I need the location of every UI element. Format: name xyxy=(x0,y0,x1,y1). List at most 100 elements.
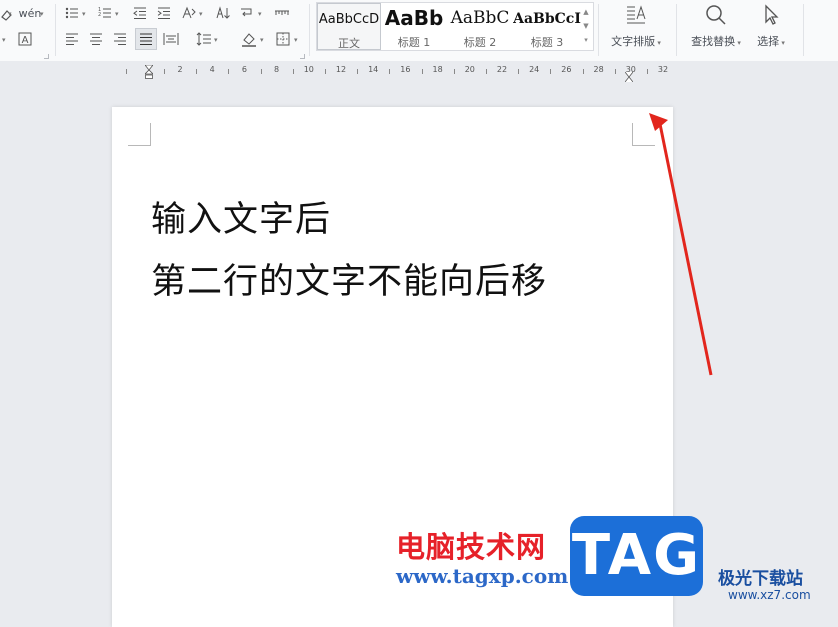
style-label: 正文 xyxy=(338,37,360,50)
select-button[interactable]: 选择 ▾ xyxy=(751,0,791,58)
crop-mark-top-left xyxy=(128,123,151,146)
ruler-tick xyxy=(196,69,198,74)
ruler-tick xyxy=(228,69,230,74)
ruler-number: 16 xyxy=(400,65,411,74)
group-divider xyxy=(598,4,599,56)
ruler-number: 22 xyxy=(496,65,508,74)
ruler-number: 26 xyxy=(561,65,572,74)
text-layout-button[interactable]: 文字排版 ▾ xyxy=(604,0,668,58)
ruler-number: 14 xyxy=(368,65,379,74)
decrease-indent-icon[interactable] xyxy=(132,5,148,21)
text-layout-label: 文字排版 xyxy=(611,35,656,48)
ruler-number: 4 xyxy=(209,65,215,74)
bullet-list-icon[interactable] xyxy=(64,5,80,21)
numbered-list-icon[interactable]: 12 xyxy=(97,5,113,21)
style-sample: AaBbCcI xyxy=(513,11,581,27)
gallery-scrollbar[interactable]: ▲ ▼ ▾ xyxy=(581,5,591,48)
select-label: 选择 xyxy=(757,35,780,48)
chevron-down-icon[interactable]: ▾ xyxy=(40,10,44,18)
ruler-number: 12 xyxy=(335,65,347,74)
ruler-tick xyxy=(453,69,455,74)
crop-mark-top-right xyxy=(632,123,655,146)
chevron-down-icon[interactable]: ▾ xyxy=(260,36,264,44)
watermark-brand: 电脑技术网 xyxy=(396,530,547,564)
increase-indent-icon[interactable] xyxy=(156,5,172,21)
ruler-number: 24 xyxy=(529,65,540,74)
ruler-tick xyxy=(518,69,520,74)
chevron-down-icon[interactable]: ▾ xyxy=(199,10,203,18)
chevron-down-icon[interactable]: ▾ xyxy=(82,10,86,18)
style-sample: AaBbCcD xyxy=(318,12,380,27)
chevron-up-icon[interactable]: ▲ xyxy=(581,5,591,19)
ruler-tick xyxy=(324,69,326,74)
ruler-tick xyxy=(260,69,262,74)
chevron-down-icon[interactable]: ▾ xyxy=(258,10,262,18)
ruler-tick xyxy=(550,69,552,74)
svg-text:2: 2 xyxy=(98,12,101,18)
style-gallery: AaBbCcD 正文 AaBb 标题 1 AaBbC 标题 2 AaBbCcI … xyxy=(316,2,594,51)
paragraph-dialog-launcher[interactable] xyxy=(300,54,305,59)
justify-button[interactable] xyxy=(135,28,157,50)
style-sample: AaBb xyxy=(384,6,444,30)
right-indent-marker[interactable] xyxy=(624,67,634,83)
line-spacing-icon[interactable] xyxy=(196,31,212,47)
watermark-tag-logo: TAG xyxy=(570,516,703,596)
watermark-site-name: 极光下载站 xyxy=(718,569,803,589)
style-heading-1[interactable]: AaBb 标题 1 xyxy=(381,3,447,50)
show-marks-icon[interactable] xyxy=(274,5,290,21)
ruler-tick xyxy=(126,69,127,74)
chevron-down-icon[interactable]: ▼ xyxy=(581,19,591,33)
ruler-number: 6 xyxy=(241,65,247,74)
find-replace-button[interactable]: 查找替换 ▾ xyxy=(683,0,749,58)
ruler-tick xyxy=(389,69,391,74)
style-sample: AaBbC xyxy=(450,8,510,28)
ruler-number: 28 xyxy=(593,65,604,74)
style-heading-2[interactable]: AaBbC 标题 2 xyxy=(447,3,513,50)
group-divider xyxy=(309,4,310,56)
character-border-icon[interactable]: A xyxy=(17,31,33,47)
chevron-down-icon[interactable]: ▾ xyxy=(115,10,119,18)
line-break-icon[interactable] xyxy=(239,5,255,21)
sort-icon[interactable] xyxy=(215,5,231,21)
group-divider xyxy=(55,4,56,56)
document-line-2[interactable]: 第二行的文字不能向后移 xyxy=(151,253,547,304)
font-dialog-launcher[interactable] xyxy=(44,54,49,59)
watermark-url: www.tagxp.com xyxy=(396,564,569,588)
chevron-down-icon[interactable]: ▾ xyxy=(2,36,6,44)
pinyin-guide-button[interactable]: wén xyxy=(18,3,42,23)
align-right-icon[interactable] xyxy=(112,31,128,47)
ruler-number: 2 xyxy=(177,65,183,74)
shading-icon[interactable] xyxy=(241,31,257,47)
style-heading-3[interactable]: AaBbCcI 标题 3 xyxy=(513,3,581,50)
ruler-number: 10 xyxy=(303,65,314,74)
style-label: 标题 1 xyxy=(397,36,431,49)
ruler-tick xyxy=(614,69,616,74)
expand-gallery-icon[interactable]: ▾ xyxy=(581,33,591,47)
style-normal[interactable]: AaBbCcD 正文 xyxy=(317,3,381,50)
align-center-icon[interactable] xyxy=(88,31,104,47)
ruler-tick xyxy=(292,69,294,74)
search-icon xyxy=(704,3,728,27)
ribbon-toolbar: ▾ wén ▾ ▾ A ▾ 12 ▾ ▾ ▾ ▾ ▾ ▾ AaBbCcD 正文 … xyxy=(0,0,838,62)
ruler-tick xyxy=(357,69,359,74)
text-layout-icon xyxy=(624,3,648,27)
text-direction-icon[interactable] xyxy=(181,5,197,21)
watermark-site-url: www.xz7.com xyxy=(728,588,811,602)
ruler-number: 32 xyxy=(657,65,669,74)
borders-icon[interactable] xyxy=(275,31,291,47)
pinyin-label: wén xyxy=(18,6,42,20)
chevron-down-icon[interactable]: ▾ xyxy=(8,10,12,18)
align-left-icon[interactable] xyxy=(64,31,80,47)
document-line-1[interactable]: 输入文字后 xyxy=(151,191,331,242)
chevron-down-icon[interactable]: ▾ xyxy=(294,36,298,44)
ruler-number: 20 xyxy=(464,65,475,74)
distributed-align-icon[interactable] xyxy=(163,31,179,47)
ruler-tick xyxy=(163,69,165,74)
ruler-tick xyxy=(421,69,423,74)
chevron-down-icon[interactable]: ▾ xyxy=(214,36,218,44)
ruler-tick xyxy=(582,69,584,74)
ruler-number: 8 xyxy=(274,65,280,74)
horizontal-ruler[interactable]: 2 4 6 8 10 12 14 16 18 20 22 24 26 28 30 32 xyxy=(0,61,838,83)
ruler-tick xyxy=(485,69,487,74)
left-indent-marker[interactable] xyxy=(144,64,154,79)
